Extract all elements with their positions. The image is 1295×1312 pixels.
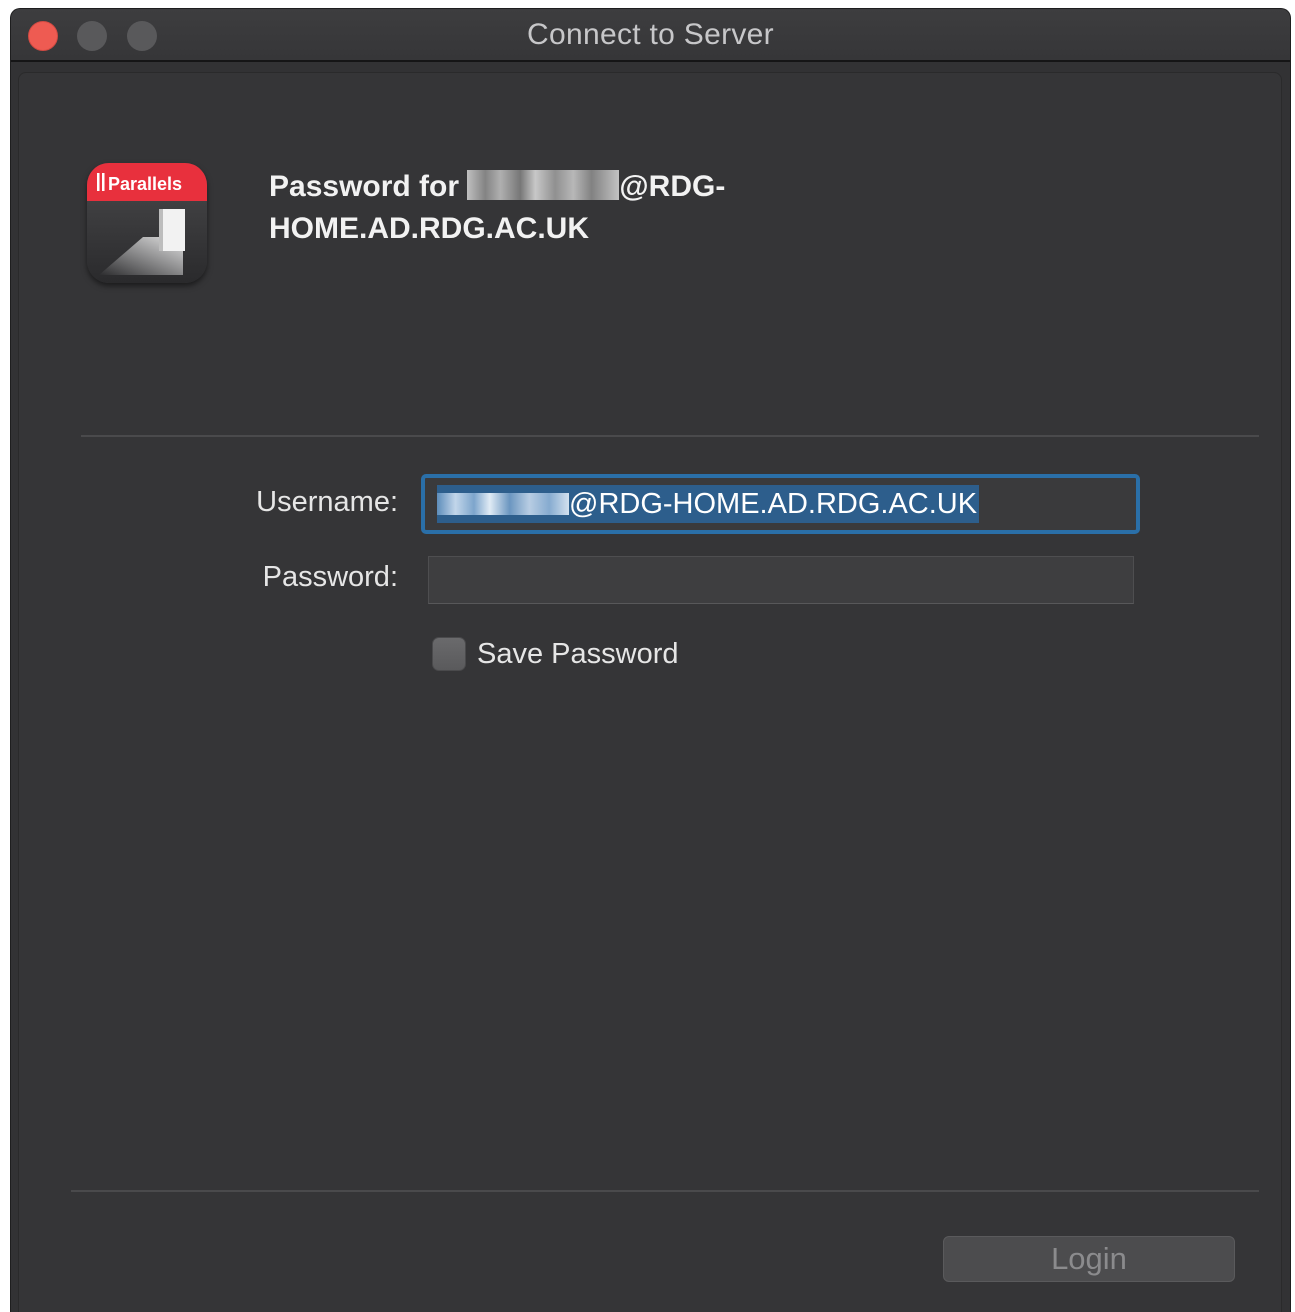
username-field[interactable]: @RDG-HOME.AD.RDG.AC.UK: [421, 474, 1140, 534]
username-value: @RDG-HOME.AD.RDG.AC.UK: [569, 488, 978, 520]
save-password-checkbox[interactable]: [432, 637, 466, 671]
save-password-label[interactable]: Save Password: [477, 638, 679, 671]
username-label: Username:: [256, 486, 398, 518]
username-selection: @RDG-HOME.AD.RDG.AC.UK: [437, 485, 980, 523]
bottom-divider: [71, 1190, 1259, 1192]
dialog-content: [18, 72, 1282, 1312]
parallels-icon: Parallels: [87, 163, 207, 283]
title-bar[interactable]: Connect to Server: [11, 9, 1290, 62]
top-divider: [81, 435, 1259, 437]
parallels-brand-text: Parallels: [108, 174, 182, 194]
prompt-title-suffix: @RDG-: [619, 170, 726, 203]
redacted-username: [467, 170, 620, 200]
connect-to-server-window: Connect to Server Parallels Password for…: [10, 8, 1291, 1312]
window-title: Connect to Server: [527, 18, 774, 51]
prompt-title-prefix: Password for: [269, 170, 460, 203]
password-label: Password:: [262, 561, 398, 593]
login-button[interactable]: Login: [943, 1236, 1235, 1282]
redacted-username-value: [437, 493, 569, 515]
password-field[interactable]: [428, 556, 1134, 604]
prompt-title: Password for @RDG- HOME.AD.RDG.AC.UK: [269, 166, 829, 250]
prompt-title-domain: HOME.AD.RDG.AC.UK: [269, 212, 589, 245]
